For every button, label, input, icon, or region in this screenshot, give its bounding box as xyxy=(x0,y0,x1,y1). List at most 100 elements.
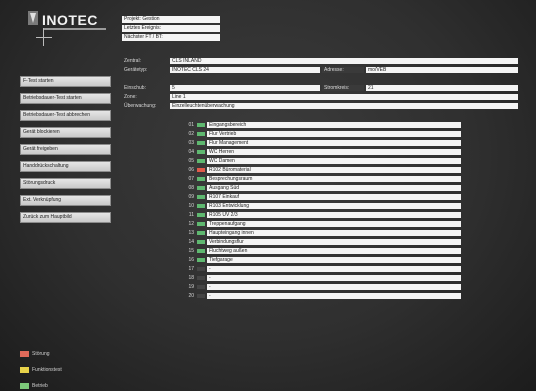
circuit-status-indicator xyxy=(197,285,205,289)
circuit-name: Hauptеingang innen xyxy=(207,230,461,236)
circuit-name: R105 UV 2/3 xyxy=(207,212,461,218)
ueberwachung-label: Überwachung: xyxy=(124,103,157,109)
application-screen: INOTEC Projekt: Gestion Letztes Ereignis… xyxy=(0,0,536,391)
stromkreis-value: 21 xyxy=(366,85,518,91)
adresse-value: mo/VEB xyxy=(366,67,518,73)
circuit-status-indicator xyxy=(197,123,205,127)
circuit-number: 04 xyxy=(188,149,194,155)
circuit-status-indicator xyxy=(197,168,205,172)
geraetetyp-label: Gerätetyp: xyxy=(124,67,148,73)
einschub-label: Einschub: xyxy=(124,85,146,91)
circuit-row[interactable]: 10 R103 Entwicklung xyxy=(185,203,461,209)
legend-operation-swatch xyxy=(20,383,29,389)
circuit-status-indicator xyxy=(197,231,205,235)
circuit-number: 10 xyxy=(188,203,194,209)
circuit-number: 07 xyxy=(188,176,194,182)
circuit-row[interactable]: 06 R102 Büromaterial xyxy=(185,167,461,173)
ueberwachung-value: Einzelleuchtenüberwachung xyxy=(170,103,518,109)
circuit-number: 11 xyxy=(188,212,194,218)
circuit-row[interactable]: 01 Eingangsbereich xyxy=(185,122,461,128)
circuit-number: 16 xyxy=(188,257,194,263)
circuit-row[interactable]: 16 Tiefgarage xyxy=(185,257,461,263)
manual-switch-button[interactable]: Handdrückschaltung xyxy=(20,161,111,172)
circuit-status-indicator xyxy=(197,249,205,253)
circuit-row[interactable]: 14 Verbindungsflur xyxy=(185,239,461,245)
circuit-name: - xyxy=(207,284,461,290)
legend-fault-label: Störung xyxy=(32,351,50,357)
circuit-status-indicator xyxy=(197,222,205,226)
inotec-logo: INOTEC xyxy=(22,10,112,46)
legend-function-test-swatch xyxy=(20,367,29,373)
circuit-status-indicator xyxy=(197,276,205,280)
circuit-number: 15 xyxy=(188,248,194,254)
circuit-status-indicator xyxy=(197,177,205,181)
circuit-name: Tiefgarage xyxy=(207,257,461,263)
release-device-button[interactable]: Gerät freigeben xyxy=(20,144,111,155)
circuit-number: 05 xyxy=(188,158,194,164)
f-test-start-button[interactable]: F-Test starten xyxy=(20,76,111,87)
circuit-row[interactable]: 11 R105 UV 2/3 xyxy=(185,212,461,218)
block-device-button[interactable]: Gerät blockieren xyxy=(20,127,111,138)
legend-function-test-label: Funktionstest xyxy=(32,367,62,373)
circuit-row[interactable]: 17 - xyxy=(185,266,461,272)
circuit-row[interactable]: 07 Besprechungsraum xyxy=(185,176,461,182)
circuit-name: - xyxy=(207,293,461,299)
project-field: Projekt: Gestion xyxy=(122,16,220,23)
circuit-status-indicator xyxy=(197,159,205,163)
circuit-status-indicator xyxy=(197,195,205,199)
circuit-name: Flur Vertrieb xyxy=(207,131,461,137)
zone-label: Zone: xyxy=(124,94,137,100)
circuit-row[interactable]: 09 R107 Einkauf xyxy=(185,194,461,200)
duration-test-start-button[interactable]: Betriebsdauer-Test starten xyxy=(20,93,111,104)
circuit-number: 17 xyxy=(188,266,194,272)
circuit-number: 03 xyxy=(188,140,194,146)
duration-test-abort-button[interactable]: Betriebsdauer-Test abbrechen xyxy=(20,110,111,121)
circuit-status-indicator xyxy=(197,294,205,298)
circuit-name: Treppenaufgang xyxy=(207,221,461,227)
circuit-status-indicator xyxy=(197,141,205,145)
zentrale-value: CLS INLAND xyxy=(170,58,518,64)
circuit-row[interactable]: 02 Flur Vertrieb xyxy=(185,131,461,137)
circuit-status-indicator xyxy=(197,240,205,244)
legend-fault: Störung xyxy=(20,350,120,358)
circuit-row[interactable]: 08 Ausgang Süd xyxy=(185,185,461,191)
logo-underline xyxy=(44,28,106,30)
circuit-status-indicator xyxy=(197,204,205,208)
next-test-field: Nächster FT / BT: xyxy=(122,34,220,41)
circuit-name: R107 Einkauf xyxy=(207,194,461,200)
legend-fault-swatch xyxy=(20,351,29,357)
circuit-name: Verbindungsflur xyxy=(207,239,461,245)
circuit-number: 08 xyxy=(188,185,194,191)
circuit-number: 13 xyxy=(188,230,194,236)
circuit-row[interactable]: 03 Flur Management xyxy=(185,140,461,146)
circuit-row[interactable]: 19 - xyxy=(185,284,461,290)
circuit-row[interactable]: 13 Hauptеingang innen xyxy=(185,230,461,236)
circuit-row[interactable]: 20 - xyxy=(185,293,461,299)
legend-operation-label: Betrieb xyxy=(32,383,48,389)
circuit-row[interactable]: 15 Fluchtweg außen xyxy=(185,248,461,254)
logo-text: INOTEC xyxy=(42,12,98,28)
circuit-row[interactable]: 18 - xyxy=(185,275,461,281)
circuit-number: 19 xyxy=(188,284,194,290)
fault-print-button[interactable]: Störungsdruck xyxy=(20,178,111,189)
circuit-number: 12 xyxy=(188,221,194,227)
circuit-number: 14 xyxy=(188,239,194,245)
einschub-value: 5 xyxy=(170,85,320,91)
adresse-label: Adresse: xyxy=(322,67,364,73)
circuit-status-indicator xyxy=(197,258,205,262)
circuit-name: Fluchtweg außen xyxy=(207,248,461,254)
circuit-name: Besprechungsraum xyxy=(207,176,461,182)
back-to-main-button[interactable]: Zurück zum Hauptbild xyxy=(20,212,111,223)
circuit-row[interactable]: 12 Treppenaufgang xyxy=(185,221,461,227)
circuit-name: Eingangsbereich xyxy=(207,122,461,128)
circuit-name: WC Damen xyxy=(207,158,461,164)
last-event-field: Letztes Ereignis: xyxy=(122,25,220,32)
circuit-row[interactable]: 04 WC Herren xyxy=(185,149,461,155)
circuit-status-indicator xyxy=(197,132,205,136)
circuit-status-indicator xyxy=(197,267,205,271)
circuit-name: R102 Büromaterial xyxy=(207,167,461,173)
geraetetyp-value: INOTEC CLS 24 xyxy=(170,67,320,73)
legend-operation: Betrieb xyxy=(20,382,120,390)
ext-link-button[interactable]: Ext. Verknüpfung xyxy=(20,195,111,206)
circuit-row[interactable]: 05 WC Damen xyxy=(185,158,461,164)
